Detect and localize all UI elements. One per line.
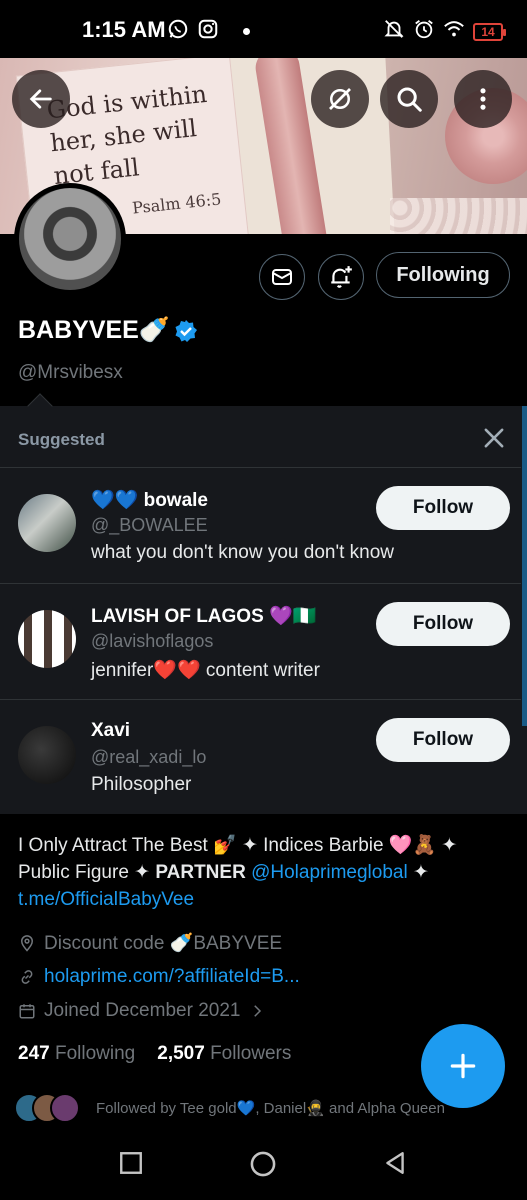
bio-line: I Only Attract The Best 💅 ✦ Indices Barb… — [18, 835, 458, 856]
suggested-handle: @lavishoflagos — [91, 631, 214, 651]
notify-button[interactable] — [318, 254, 364, 300]
recents-button[interactable] — [118, 1150, 144, 1181]
profile-joined[interactable]: Joined December 2021 — [18, 1000, 266, 1022]
grok-icon — [329, 88, 351, 110]
joined-text: Joined December 2021 — [44, 1000, 241, 1021]
suggested-handle: @real_xadi_lo — [91, 747, 207, 767]
back-button[interactable] — [12, 70, 70, 128]
search-button[interactable] — [380, 70, 438, 128]
notification-dot-icon — [243, 28, 250, 35]
mention-link[interactable]: @Holaprimeglobal — [251, 862, 408, 883]
suggested-bio: Philosopher — [91, 774, 192, 795]
banner-pearls — [390, 198, 527, 234]
avatar — [50, 1093, 80, 1123]
more-options-button[interactable] — [454, 70, 512, 128]
link-icon — [21, 970, 33, 984]
profile-location: Discount code 🍼BABYVEE — [18, 931, 282, 955]
follow-stats: 247 Following 2,507 Followers — [18, 1043, 291, 1065]
followers-count-link[interactable]: 2,507 Followers — [157, 1043, 291, 1065]
mute-icon — [383, 18, 405, 45]
suggested-scrollbar[interactable] — [522, 406, 527, 726]
status-time: 1:15 AM — [82, 17, 166, 42]
avatar[interactable] — [18, 726, 76, 784]
arrow-left-icon — [29, 89, 52, 109]
suggested-handle: @_BOWALEE — [91, 515, 208, 535]
alarm-icon — [413, 18, 435, 45]
calendar-icon — [19, 1004, 35, 1019]
grok-button[interactable] — [311, 70, 369, 128]
bell-plus-icon — [331, 266, 352, 288]
banner-verse: God is within her, she will not fall — [45, 78, 215, 193]
android-nav-bar — [0, 1128, 527, 1200]
verified-badge-icon — [175, 319, 197, 342]
suggested-account[interactable]: Xavi @real_xadi_lo Philosopher Follow — [0, 699, 521, 815]
search-icon — [397, 87, 422, 112]
envelope-icon — [272, 269, 292, 285]
telegram-link[interactable]: t.me/OfficialBabyVee — [18, 889, 194, 910]
suggested-bio: jennifer❤️❤️ content writer — [91, 660, 320, 681]
avatar[interactable] — [18, 610, 76, 668]
followed-by-text: Followed by Tee gold💙, Daniel🥷 and Alpha… — [96, 1100, 445, 1117]
more-vertical-icon — [480, 88, 486, 110]
following-button[interactable]: Following — [376, 252, 510, 298]
profile-website: holaprime.com/?affiliateId=B... — [18, 966, 300, 988]
message-button[interactable] — [259, 254, 305, 300]
home-button[interactable] — [249, 1150, 277, 1183]
suggested-name: 💙💙 bowale — [91, 490, 208, 511]
follow-button[interactable]: Follow — [376, 486, 510, 530]
avatar[interactable] — [18, 494, 76, 552]
suggested-panel: Suggested 💙💙 bowale @_BOWALEE what you d… — [0, 393, 527, 815]
profile-bio: I Only Attract The Best 💅 ✦ Indices Barb… — [18, 832, 508, 913]
follow-button[interactable]: Follow — [376, 602, 510, 646]
follow-button[interactable]: Follow — [376, 718, 510, 762]
close-icon[interactable] — [480, 424, 508, 452]
display-name-text: BABYVEE🍼 — [18, 316, 170, 344]
suggested-name: LAVISH OF LAGOS 💜🇳🇬 — [91, 606, 317, 627]
back-nav-button[interactable] — [382, 1150, 408, 1181]
status-bar: 1:15 AM 14 — [0, 0, 527, 58]
suggested-name: Xavi — [91, 720, 131, 741]
whatsapp-icon — [167, 18, 189, 45]
battery-icon: 14 — [473, 22, 506, 41]
location-text: Discount code 🍼BABYVEE — [44, 933, 283, 954]
profile-avatar[interactable] — [14, 183, 126, 295]
suggested-account[interactable]: 💙💙 bowale @_BOWALEE what you don't know … — [0, 467, 521, 583]
bio-partner: PARTNER — [155, 862, 246, 883]
location-pin-icon — [20, 935, 34, 952]
website-link[interactable]: holaprime.com/?affiliateId=B... — [44, 966, 300, 988]
suggested-account[interactable]: LAVISH OF LAGOS 💜🇳🇬 @lavishoflagos jenni… — [0, 583, 521, 699]
suggested-bio: what you don't know you don't know — [91, 542, 394, 563]
instagram-icon — [197, 18, 219, 45]
triangle-back-icon — [386, 1152, 404, 1174]
suggested-title: Suggested — [18, 430, 105, 449]
followed-by[interactable]: Followed by Tee gold💙, Daniel🥷 and Alpha… — [14, 1090, 445, 1126]
square-icon — [120, 1152, 142, 1174]
plus-icon — [450, 1053, 476, 1079]
bio-line: Public Figure ✦ PARTNER @Holaprimeglobal… — [18, 862, 429, 910]
circle-icon — [250, 1151, 276, 1177]
display-name: BABYVEE🍼 — [18, 316, 198, 345]
followed-by-avatars — [14, 1093, 80, 1123]
profile-handle: @Mrsvibesx — [18, 362, 123, 383]
following-count-link[interactable]: 247 Following — [18, 1043, 135, 1065]
wifi-icon — [443, 18, 465, 45]
chevron-right-icon — [254, 1005, 262, 1017]
